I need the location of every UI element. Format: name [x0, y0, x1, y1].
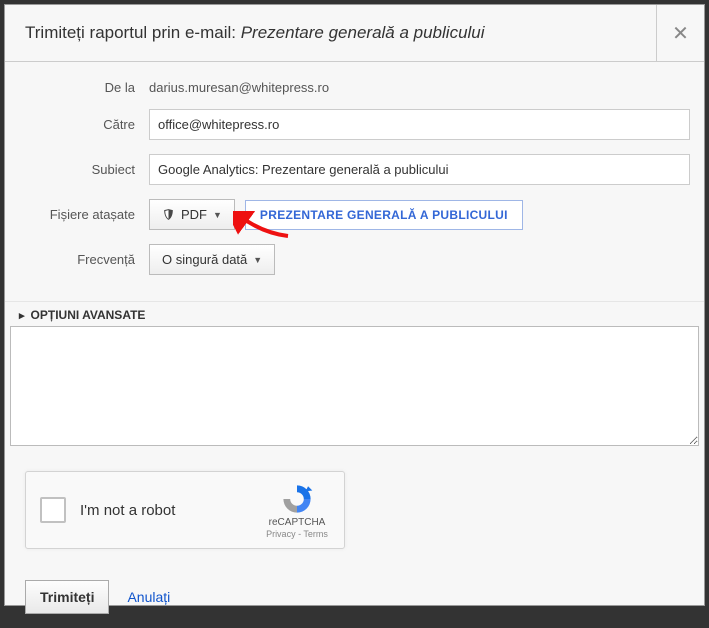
freq-controls: O singură dată ▼ [149, 244, 275, 275]
chevron-down-icon: ▼ [213, 210, 222, 220]
frequency-button[interactable]: O singură dată ▼ [149, 244, 275, 275]
title-prefix: Trimiteți raportul prin e-mail: [25, 23, 241, 42]
attach-label: Fișiere atașate [19, 207, 149, 222]
close-icon: ✕ [672, 21, 689, 46]
from-label: De la [19, 80, 149, 95]
freq-label: Frecvență [19, 252, 149, 267]
pdf-icon [162, 208, 175, 221]
attachment-chip[interactable]: PREZENTARE GENERALĂ A PUBLICULUI [245, 200, 523, 230]
recaptcha-links: Privacy - Terms [266, 529, 328, 539]
recaptcha-widget: I'm not a robot reCAPTCHA Privacy - Term… [25, 471, 345, 549]
form-body: De la darius.muresan@whitepress.ro Către… [5, 62, 704, 297]
recaptcha-terms-link[interactable]: Terms [303, 529, 328, 539]
row-from: De la darius.muresan@whitepress.ro [19, 80, 690, 95]
subject-label: Subiect [19, 162, 149, 177]
message-body-textarea[interactable] [10, 326, 699, 446]
recaptcha-checkbox[interactable] [40, 497, 66, 523]
dialog-footer: Trimiteți Anulați [5, 569, 704, 628]
close-button[interactable]: ✕ [656, 5, 704, 61]
to-label: Către [19, 117, 149, 132]
row-to: Către [19, 109, 690, 140]
row-subject: Subiect [19, 154, 690, 185]
attach-controls: PDF ▼ PREZENTARE GENERALĂ A PUBLICULUI [149, 199, 523, 230]
frequency-value: O singură dată [162, 252, 247, 267]
captcha-section: I'm not a robot reCAPTCHA Privacy - Term… [5, 451, 704, 569]
to-input[interactable] [149, 109, 690, 140]
subject-input[interactable] [149, 154, 690, 185]
expand-arrow-icon: ▸ [19, 309, 25, 322]
dialog-header: Trimiteți raportul prin e-mail: Prezenta… [5, 5, 704, 62]
message-body-wrap [5, 326, 704, 451]
cancel-link[interactable]: Anulați [127, 589, 170, 605]
from-value: darius.muresan@whitepress.ro [149, 80, 690, 95]
recaptcha-privacy-link[interactable]: Privacy [266, 529, 296, 539]
row-attachments: Fișiere atașate PDF ▼ PREZENTARE GENERAL… [19, 199, 690, 230]
recaptcha-label: I'm not a robot [80, 502, 260, 519]
dialog-title: Trimiteți raportul prin e-mail: Prezenta… [5, 5, 656, 61]
pdf-format-button[interactable]: PDF ▼ [149, 199, 235, 230]
recaptcha-brand-text: reCAPTCHA [269, 517, 326, 528]
submit-button[interactable]: Trimiteți [25, 580, 109, 614]
email-report-dialog: Trimiteți raportul prin e-mail: Prezenta… [4, 4, 705, 606]
advanced-options-label: OPȚIUNI AVANSATE [31, 308, 146, 322]
row-frequency: Frecvență O singură dată ▼ [19, 244, 690, 275]
recaptcha-branding: reCAPTCHA Privacy - Terms [260, 482, 344, 539]
title-report-name: Prezentare generală a publicului [241, 23, 485, 42]
recaptcha-icon [280, 482, 314, 516]
chevron-down-icon: ▼ [253, 255, 262, 265]
advanced-options-toggle[interactable]: ▸ OPȚIUNI AVANSATE [5, 301, 704, 326]
pdf-button-label: PDF [181, 207, 207, 222]
